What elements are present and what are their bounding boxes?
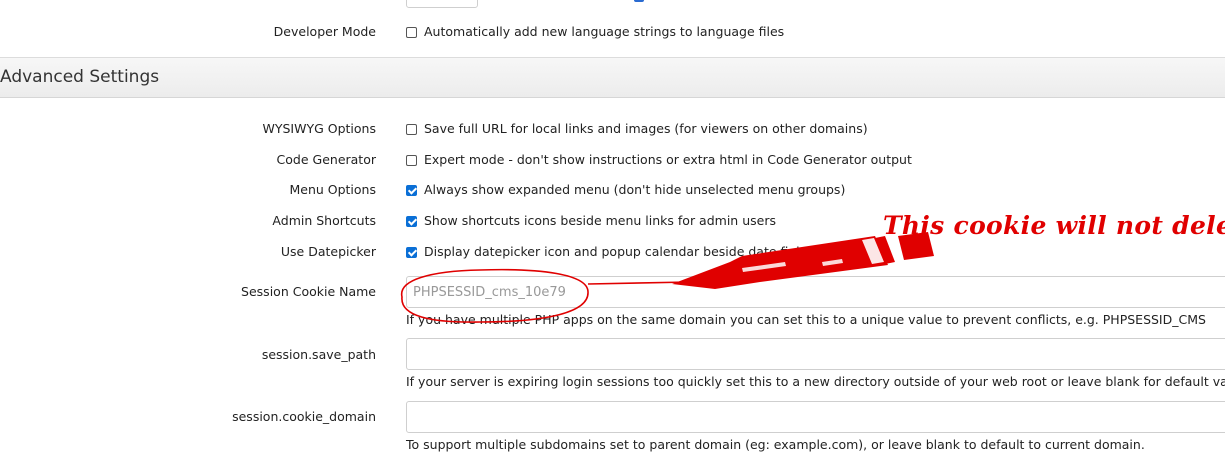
session-save-path-label: session.save_path — [261, 347, 376, 362]
code-generator-checkbox[interactable] — [406, 155, 417, 166]
developer-mode-checkbox-label: Automatically add new language strings t… — [424, 24, 785, 39]
wysiwyg-options-option[interactable]: Save full URL for local links and images… — [406, 119, 868, 139]
session-cookie-name-label: Session Cookie Name — [241, 284, 376, 299]
developer-mode-label: Developer Mode — [273, 24, 376, 39]
code-generator-label: Code Generator — [276, 152, 376, 167]
code-generator-row: Code Generator Expert mode - don't show … — [0, 150, 1225, 174]
use-datepicker-option[interactable]: Display datepicker icon and popup calend… — [406, 242, 814, 262]
section-title: Advanced Settings — [0, 67, 160, 87]
session-cookie-domain-label: session.cookie_domain — [232, 409, 376, 424]
use-datepicker-checkbox-label: Display datepicker icon and popup calend… — [424, 244, 815, 259]
wysiwyg-options-label: WYSIWYG Options — [262, 121, 376, 136]
session-save-path-help: If your server is expiring login session… — [406, 374, 1225, 389]
top-cut-off-input[interactable] — [406, 0, 478, 8]
use-datepicker-checkbox[interactable] — [406, 247, 417, 258]
use-datepicker-row: Use Datepicker Display datepicker icon a… — [0, 242, 1225, 266]
session-cookie-name-help: If you have multiple PHP apps on the sam… — [406, 312, 1206, 327]
annotation-text: This cookie will not delete. — [883, 211, 1225, 240]
wysiwyg-options-checkbox[interactable] — [406, 124, 417, 135]
admin-shortcuts-checkbox[interactable] — [406, 216, 417, 227]
wysiwyg-options-row: WYSIWYG Options Save full URL for local … — [0, 119, 1225, 143]
menu-options-checkbox-label: Always show expanded menu (don't hide un… — [424, 182, 846, 197]
advanced-settings-header: Advanced Settings — [0, 57, 1225, 98]
menu-options-option[interactable]: Always show expanded menu (don't hide un… — [406, 180, 845, 200]
use-datepicker-label: Use Datepicker — [280, 244, 376, 259]
admin-shortcuts-label: Admin Shortcuts — [272, 213, 376, 228]
top-cut-off-icon — [634, 0, 644, 2]
code-generator-option[interactable]: Expert mode - don't show instructions or… — [406, 150, 912, 170]
code-generator-checkbox-label: Expert mode - don't show instructions or… — [424, 152, 912, 167]
admin-shortcuts-option[interactable]: Show shortcuts icons beside menu links f… — [406, 211, 776, 231]
developer-mode-checkbox[interactable] — [406, 27, 417, 38]
menu-options-checkbox[interactable] — [406, 185, 417, 196]
session-cookie-domain-help: To support multiple subdomains set to pa… — [406, 437, 1145, 452]
menu-options-label: Menu Options — [289, 182, 376, 197]
developer-mode-row: Developer Mode Automatically add new lan… — [0, 22, 1225, 46]
menu-options-row: Menu Options Always show expanded menu (… — [0, 180, 1225, 204]
session-save-path-input[interactable] — [406, 338, 1225, 370]
session-cookie-name-input[interactable] — [406, 276, 1225, 308]
developer-mode-option[interactable]: Automatically add new language strings t… — [406, 22, 784, 42]
admin-shortcuts-checkbox-label: Show shortcuts icons beside menu links f… — [424, 213, 776, 228]
session-cookie-domain-input[interactable] — [406, 401, 1225, 433]
wysiwyg-options-checkbox-label: Save full URL for local links and images… — [424, 121, 868, 136]
